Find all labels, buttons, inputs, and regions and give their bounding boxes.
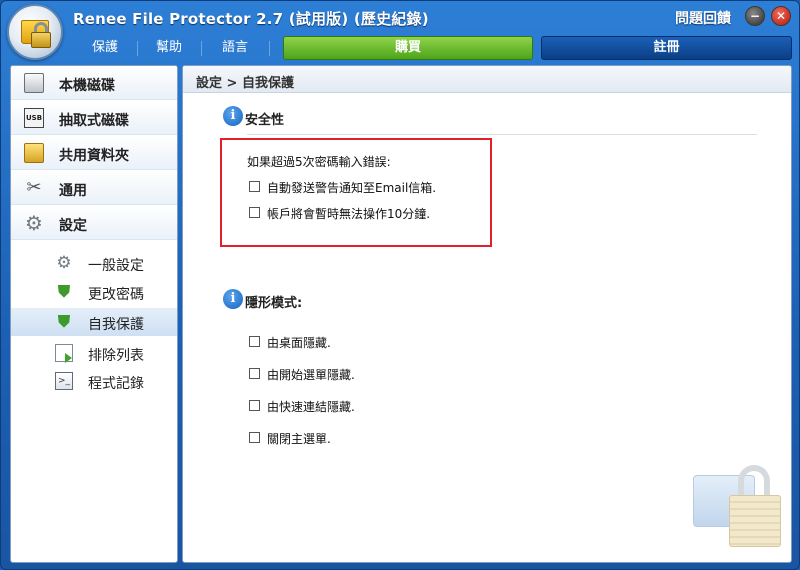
- menu-help[interactable]: 幫助: [149, 38, 189, 58]
- sidebar-subitem-label: 排除列表: [88, 348, 144, 364]
- minimize-button[interactable]: −: [745, 6, 765, 26]
- feedback-link[interactable]: 問題回饋: [675, 8, 731, 28]
- usb-icon: USB: [24, 108, 44, 128]
- app-window: Renee File Protector 2.7 (試用版) (歷史紀錄) 問題…: [0, 0, 800, 570]
- sidebar-subitem-self-protection[interactable]: ⛊ 自我保護: [11, 308, 177, 336]
- account-lock-checkbox[interactable]: [249, 207, 260, 218]
- sidebar-subitem-label: 程式記錄: [88, 376, 144, 392]
- menu-separator: [269, 41, 270, 56]
- gear-icon: ⚙: [25, 211, 43, 235]
- email-alert-checkbox[interactable]: [249, 181, 260, 192]
- app-logo-icon: [7, 4, 63, 60]
- hide-from-quick-launch-checkbox[interactable]: [249, 400, 260, 411]
- tools-icon: ✂: [26, 177, 42, 198]
- sidebar-item-label: 本機磁碟: [59, 78, 115, 94]
- sidebar-subitem-program-log[interactable]: >_ 程式記錄: [11, 367, 177, 395]
- shield-lock-icon: ⛊: [57, 282, 71, 302]
- sidebar-subitem-label: 一般設定: [88, 258, 144, 274]
- disk-icon: [24, 73, 44, 93]
- sidebar-item-general[interactable]: ✂ 通用: [11, 171, 177, 205]
- shield-icon: ⛊: [57, 312, 71, 332]
- buy-button[interactable]: 購買: [283, 36, 533, 60]
- account-lock-label: 帳戶將會暫時無法操作10分鐘.: [267, 207, 431, 221]
- gear-icon: ⚙: [56, 253, 72, 273]
- stealth-section-title: 隱形模式:: [245, 296, 303, 311]
- sidebar-subitem-exclude-list[interactable]: 排除列表: [11, 339, 177, 367]
- hide-from-desktop-checkbox[interactable]: [249, 336, 260, 347]
- main-panel: 設定 > 自我保護 i 安全性 如果超過5次密碼輸入錯誤: 自動發送警告通知至E…: [182, 65, 792, 563]
- close-main-menu-label: 關閉主選單.: [267, 432, 331, 446]
- sidebar-subitem-change-password[interactable]: ⛊ 更改密碼: [11, 278, 177, 306]
- sidebar-subitem-label: 更改密碼: [88, 287, 144, 303]
- shared-folder-icon: [24, 143, 44, 163]
- close-button[interactable]: ✕: [771, 6, 791, 26]
- log-icon: >_: [55, 372, 73, 390]
- info-icon: i: [223, 289, 243, 309]
- email-alert-label: 自動發送警告通知至Email信箱.: [267, 181, 437, 195]
- exclude-list-icon: [55, 344, 73, 363]
- hide-from-start-menu-checkbox[interactable]: [249, 368, 260, 379]
- watermark-lock-body: [729, 495, 781, 547]
- register-button[interactable]: 註冊: [541, 36, 792, 60]
- sidebar-item-label: 通用: [59, 183, 87, 199]
- menu-protect[interactable]: 保護: [85, 38, 125, 58]
- sidebar-subitem-general-settings[interactable]: ⚙ 一般設定: [11, 249, 177, 277]
- title-bar: Renee File Protector 2.7 (試用版) (歷史紀錄) 問題…: [1, 1, 799, 60]
- menu-language[interactable]: 語言: [215, 38, 255, 58]
- menu-separator: [137, 41, 138, 56]
- hide-from-quick-launch-label: 由快速連結隱藏.: [267, 400, 355, 414]
- section-divider: [247, 134, 757, 135]
- menu-separator: [201, 41, 202, 56]
- sidebar-subitem-label: 自我保護: [88, 317, 144, 333]
- watermark-lock-shackle: [738, 465, 770, 499]
- close-main-menu-checkbox[interactable]: [249, 432, 260, 443]
- breadcrumb: 設定 > 自我保護: [196, 76, 294, 91]
- sidebar-item-settings[interactable]: ⚙ 設定: [11, 206, 177, 240]
- logo-lock-body: [31, 32, 51, 48]
- password-fail-prompt: 如果超過5次密碼輸入錯誤:: [247, 155, 391, 169]
- info-icon: i: [223, 106, 243, 126]
- hide-from-desktop-label: 由桌面隱藏.: [267, 336, 331, 350]
- sidebar-item-label: 設定: [59, 218, 87, 234]
- hide-from-start-menu-label: 由開始選單隱藏.: [267, 368, 355, 382]
- sidebar-item-removable-disk[interactable]: USB 抽取式磁碟: [11, 101, 177, 135]
- security-section-title: 安全性: [245, 113, 285, 128]
- sidebar-item-shared-folder[interactable]: 共用資料夾: [11, 136, 177, 170]
- lock-watermark-icon: [693, 461, 783, 556]
- sidebar-item-local-disk[interactable]: 本機磁碟: [11, 66, 177, 100]
- window-title: Renee File Protector 2.7 (試用版) (歷史紀錄): [73, 10, 429, 28]
- sidebar-item-label: 抽取式磁碟: [59, 113, 129, 129]
- breadcrumb-bar: 設定 > 自我保護: [183, 66, 791, 93]
- sidebar: 本機磁碟 USB 抽取式磁碟 共用資料夾 ✂ 通用 ⚙ 設定 ⚙ 一般設定 ⛊ …: [10, 65, 178, 563]
- sidebar-item-label: 共用資料夾: [59, 148, 129, 164]
